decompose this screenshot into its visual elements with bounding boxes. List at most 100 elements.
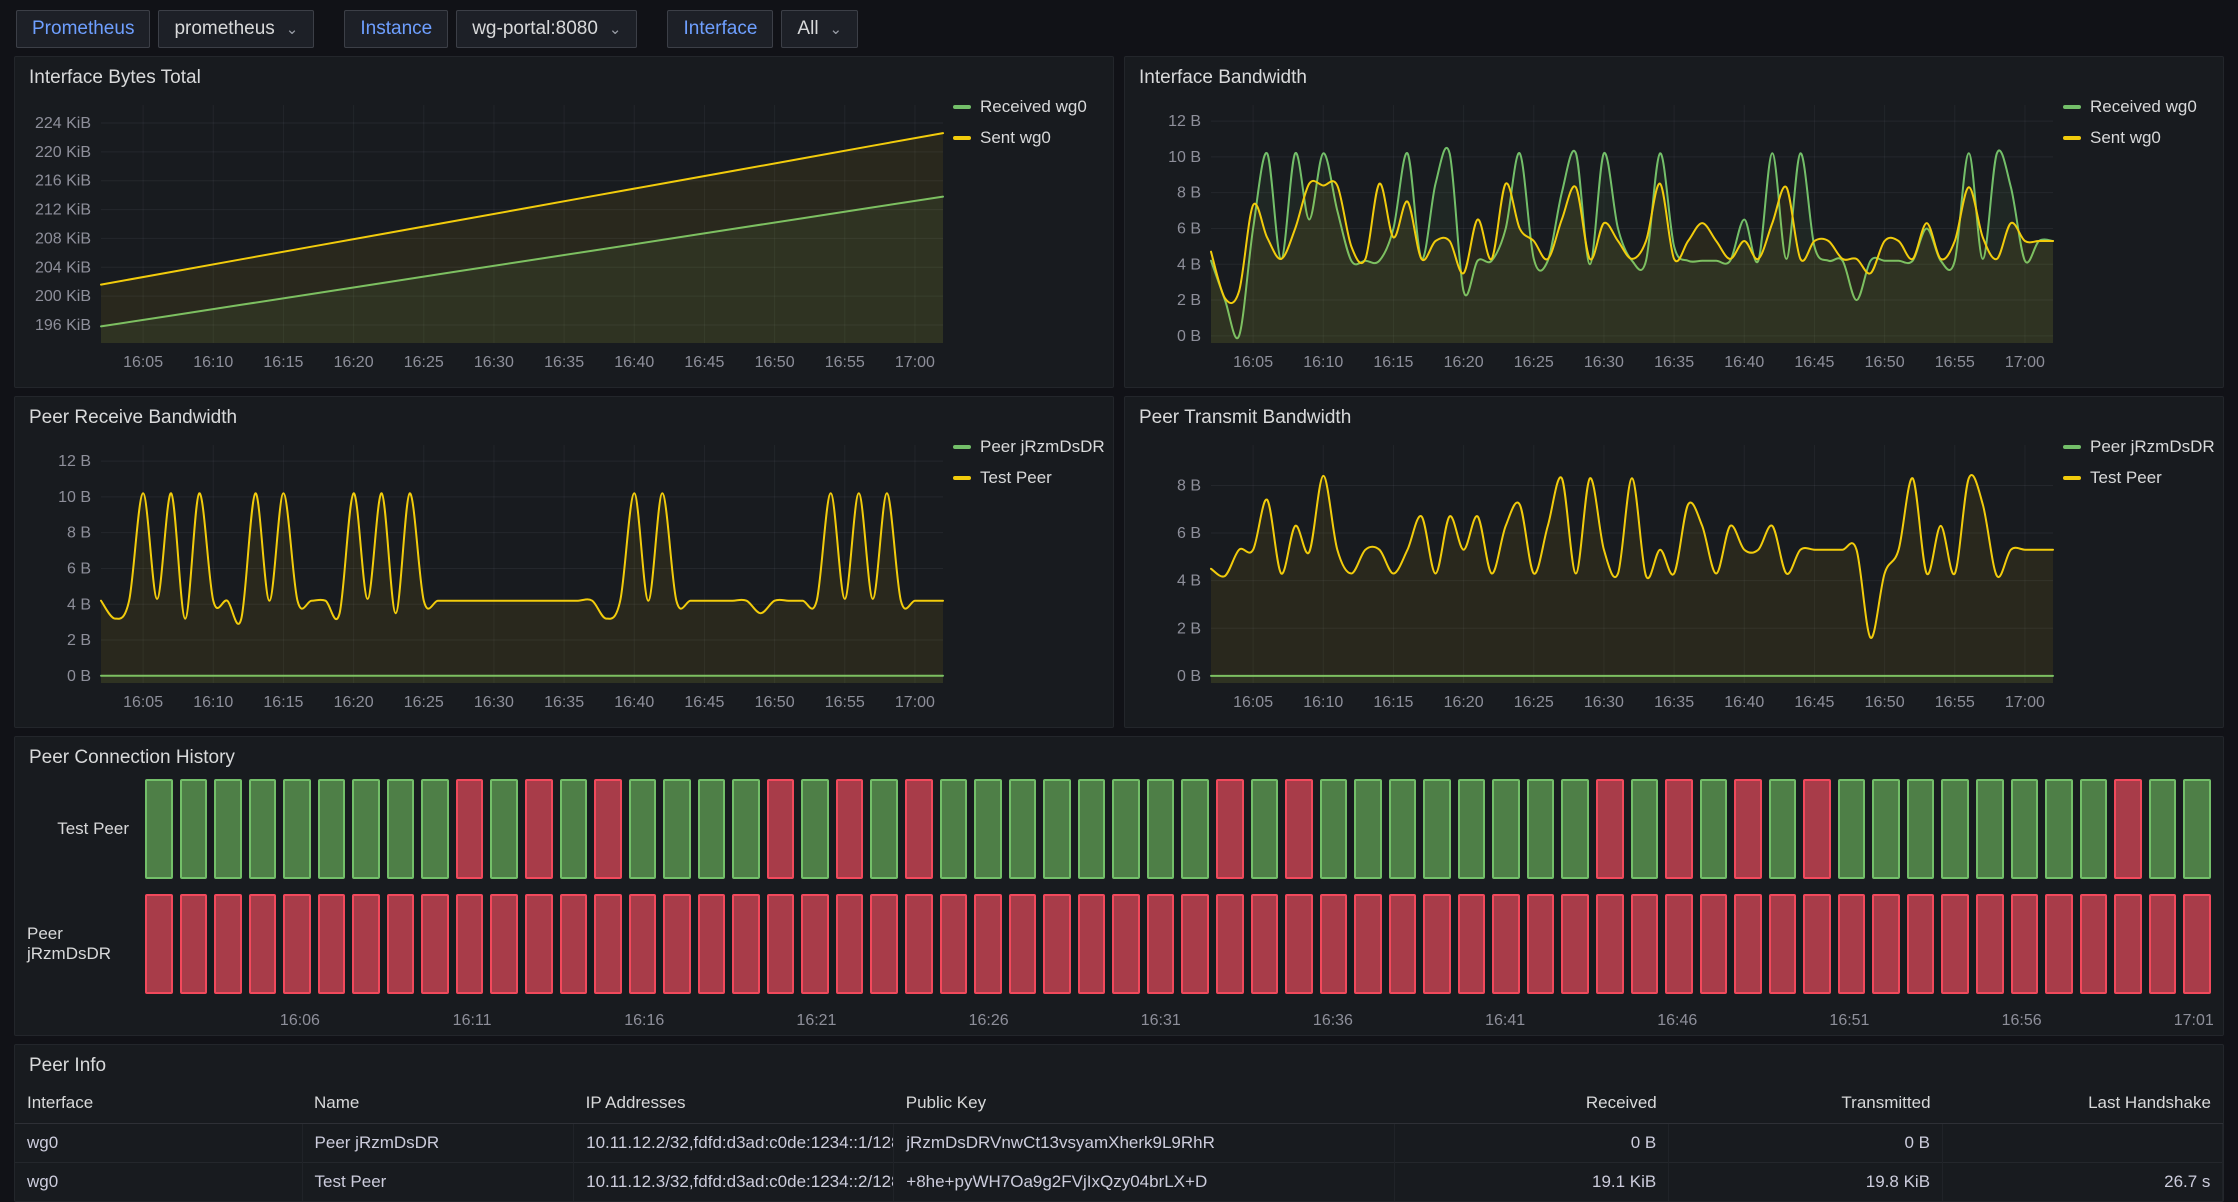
- svg-text:16:10: 16:10: [1303, 694, 1343, 711]
- timeline-cells: [145, 894, 2211, 994]
- timeline-cell-connected: [1078, 779, 1106, 879]
- timeline-cell-disconnected: [594, 779, 622, 879]
- legend-item[interactable]: Test Peer: [2063, 468, 2213, 488]
- timeline-cell-disconnected: [1838, 894, 1866, 994]
- timeline-tick-label: 16:16: [624, 1012, 664, 1030]
- svg-text:16:40: 16:40: [1724, 694, 1764, 711]
- variable-interface: Interface All ⌄: [667, 10, 858, 48]
- timeline-cell-connected: [1147, 779, 1175, 879]
- timeline-tick-label: 16:11: [453, 1012, 492, 1030]
- svg-text:4 B: 4 B: [1177, 256, 1201, 273]
- timeline-cell-disconnected: [594, 894, 622, 994]
- svg-text:4 B: 4 B: [67, 596, 91, 613]
- column-header[interactable]: Last Handshake: [1943, 1083, 2223, 1124]
- timeline-tick-label: 16:06: [280, 1012, 320, 1030]
- column-header[interactable]: Transmitted: [1669, 1083, 1943, 1124]
- timeline-cell-connected: [1251, 779, 1279, 879]
- svg-text:220 KiB: 220 KiB: [35, 144, 91, 161]
- timeline-cell-connected: [2011, 779, 2039, 879]
- panel-title[interactable]: Interface Bandwidth: [1125, 57, 2223, 91]
- timeline-row-label: Test Peer: [27, 779, 145, 879]
- svg-text:224 KiB: 224 KiB: [35, 115, 91, 132]
- timeline-cell-connected: [698, 779, 726, 879]
- panel-title[interactable]: Peer Connection History: [15, 737, 2223, 771]
- column-header[interactable]: Received: [1395, 1083, 1669, 1124]
- svg-text:16:50: 16:50: [1865, 694, 1905, 711]
- interface-bandwidth-chart: 16:0516:1016:1516:2016:2516:3016:3516:40…: [1133, 91, 2063, 375]
- chevron-down-icon: ⌄: [286, 22, 299, 37]
- panel-title[interactable]: Interface Bytes Total: [15, 57, 1113, 91]
- panel-title[interactable]: Peer Transmit Bandwidth: [1125, 397, 2223, 431]
- timeline-cell-disconnected: [836, 894, 864, 994]
- timeline-tick-label: 16:46: [1657, 1012, 1697, 1030]
- panel-title[interactable]: Peer Info: [15, 1045, 2223, 1079]
- legend-series-swatch: [953, 445, 971, 449]
- timeline-cell-connected: [629, 779, 657, 879]
- interface-bytes-total-chart: 16:0516:1016:1516:2016:2516:3016:3516:40…: [23, 91, 953, 375]
- timeline-cell-connected: [318, 779, 346, 879]
- timeline-cell-disconnected: [352, 894, 380, 994]
- timeline-cell-disconnected: [2045, 894, 2073, 994]
- timeline-cell-disconnected: [1527, 894, 1555, 994]
- legend-item[interactable]: Test Peer: [953, 468, 1103, 488]
- timeline-cell-connected: [1458, 779, 1486, 879]
- legend-item[interactable]: Received wg0: [953, 97, 1103, 117]
- legend-item[interactable]: Sent wg0: [2063, 128, 2213, 148]
- timeline-cell-connected: [180, 779, 208, 879]
- column-header[interactable]: Name: [302, 1083, 574, 1124]
- svg-text:12 B: 12 B: [1168, 113, 1201, 130]
- timeline-cells: [145, 779, 2211, 879]
- svg-text:4 B: 4 B: [1177, 573, 1201, 590]
- legend-item[interactable]: Peer jRzmDsDR: [953, 437, 1103, 457]
- timeline-cell-disconnected: [1665, 894, 1693, 994]
- table-cell: Test Peer: [302, 1163, 574, 1202]
- timeline-tick-label: 16:31: [1141, 1012, 1181, 1030]
- timeline-cell-disconnected: [1009, 894, 1037, 994]
- timeline-cell-disconnected: [940, 894, 968, 994]
- var-select-prometheus[interactable]: prometheus ⌄: [158, 10, 314, 48]
- svg-text:16:55: 16:55: [1935, 354, 1975, 371]
- timeline-cell-disconnected: [180, 894, 208, 994]
- column-header[interactable]: Interface: [15, 1083, 302, 1124]
- table-cell: 0 B: [1395, 1124, 1669, 1163]
- svg-text:0 B: 0 B: [1177, 328, 1201, 345]
- table-cell: jRzmDsDRVnwCt13vsyamXherk9L9RhR: [894, 1124, 1395, 1163]
- column-header[interactable]: Public Key: [894, 1083, 1395, 1124]
- chart-legend: Peer jRzmDsDR Test Peer: [953, 431, 1103, 715]
- svg-text:16:45: 16:45: [684, 354, 724, 371]
- timeline-cell-connected: [1043, 779, 1071, 879]
- chart-legend: Peer jRzmDsDR Test Peer: [2063, 431, 2213, 715]
- var-value-prometheus: prometheus: [174, 18, 274, 40]
- chevron-down-icon: ⌄: [830, 22, 843, 37]
- timeline-x-axis: 16:0616:1116:1616:2116:2616:3116:3616:41…: [145, 1009, 2211, 1035]
- timeline-cell-disconnected: [1596, 894, 1624, 994]
- var-select-interface[interactable]: All ⌄: [781, 10, 858, 48]
- timeline-cell-connected: [2183, 779, 2211, 879]
- panel-interface-bytes-total: Interface Bytes Total 16:0516:1016:1516:…: [14, 56, 1114, 388]
- legend-item[interactable]: Sent wg0: [953, 128, 1103, 148]
- var-label-prometheus[interactable]: Prometheus: [16, 10, 150, 48]
- timeline-tick-label: 16:56: [2002, 1012, 2042, 1030]
- timeline-cell-connected: [1112, 779, 1140, 879]
- timeline-cell-disconnected: [663, 894, 691, 994]
- legend-item[interactable]: Peer jRzmDsDR: [2063, 437, 2213, 457]
- legend-item[interactable]: Received wg0: [2063, 97, 2213, 117]
- timeline-cell-disconnected: [1734, 894, 1762, 994]
- svg-text:8 B: 8 B: [1177, 477, 1201, 494]
- svg-text:16:35: 16:35: [1654, 694, 1694, 711]
- state-timeline: Test PeerPeer jRzmDsDR16:0616:1116:1616:…: [15, 771, 2223, 1035]
- timeline-cell-disconnected: [1285, 779, 1313, 879]
- dashboard-submenu: Prometheus prometheus ⌄ Instance wg-port…: [0, 0, 2238, 54]
- timeline-cell-connected: [940, 779, 968, 879]
- var-label-interface[interactable]: Interface: [667, 10, 773, 48]
- dashboard-grid: Interface Bytes Total 16:0516:1016:1516:…: [0, 54, 2238, 1202]
- legend-series-label: Test Peer: [2090, 468, 2162, 488]
- timeline-cell-disconnected: [214, 894, 242, 994]
- column-header[interactable]: IP Addresses: [574, 1083, 894, 1124]
- panel-title[interactable]: Peer Receive Bandwidth: [15, 397, 1113, 431]
- timeline-cell-connected: [663, 779, 691, 879]
- var-select-instance[interactable]: wg-portal:8080 ⌄: [456, 10, 637, 48]
- svg-text:208 KiB: 208 KiB: [35, 230, 91, 247]
- var-label-instance[interactable]: Instance: [344, 10, 448, 48]
- timeline-cell-disconnected: [525, 894, 553, 994]
